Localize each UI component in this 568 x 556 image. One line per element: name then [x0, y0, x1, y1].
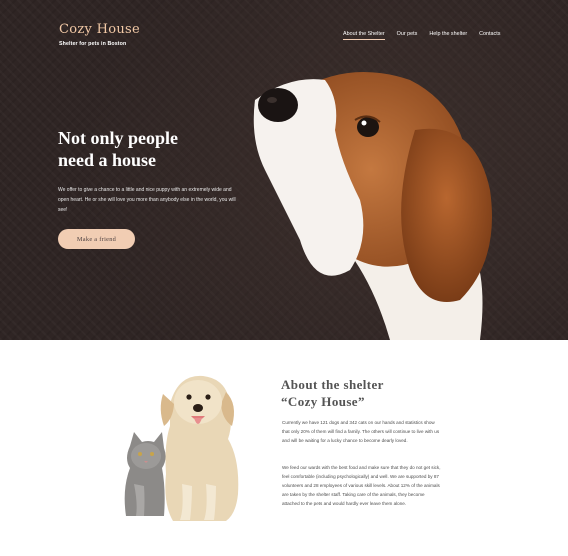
puppy-image — [253, 72, 492, 340]
nav-help-shelter[interactable]: Help the shelter — [429, 31, 467, 40]
about-title-line2: “Cozy House” — [281, 394, 365, 409]
logo-title: Cozy House — [59, 22, 140, 37]
nav-our-pets[interactable]: Our pets — [397, 31, 418, 40]
hero-title: Not only people need a house — [58, 128, 179, 170]
hero-description: We offer to give a chance to a little an… — [58, 187, 236, 213]
hero-section: Cozy House Shelter for pets in Boston Ab… — [0, 0, 568, 340]
nav-contacts[interactable]: Contacts — [479, 31, 500, 40]
about-paragraph-1: Currently we have 121 dogs and 342 cats … — [282, 420, 440, 443]
about-title: About the shelter “Cozy House” — [281, 376, 384, 410]
about-title-line1: About the shelter — [281, 377, 384, 392]
logo-subtitle: Shelter for pets in Boston — [59, 41, 127, 47]
logo[interactable]: Cozy House Shelter for pets in Boston — [59, 22, 140, 47]
about-section: About the shelter “Cozy House” Currently… — [0, 340, 568, 556]
make-friend-button[interactable]: Make a friend — [58, 229, 135, 249]
dog-and-cat-image — [124, 375, 239, 521]
nav-about-shelter[interactable]: About the Shelter — [343, 31, 385, 40]
main-nav: About the Shelter Our pets Help the shel… — [343, 31, 500, 40]
about-paragraph-2: We feed our wards with the best food and… — [282, 465, 441, 506]
